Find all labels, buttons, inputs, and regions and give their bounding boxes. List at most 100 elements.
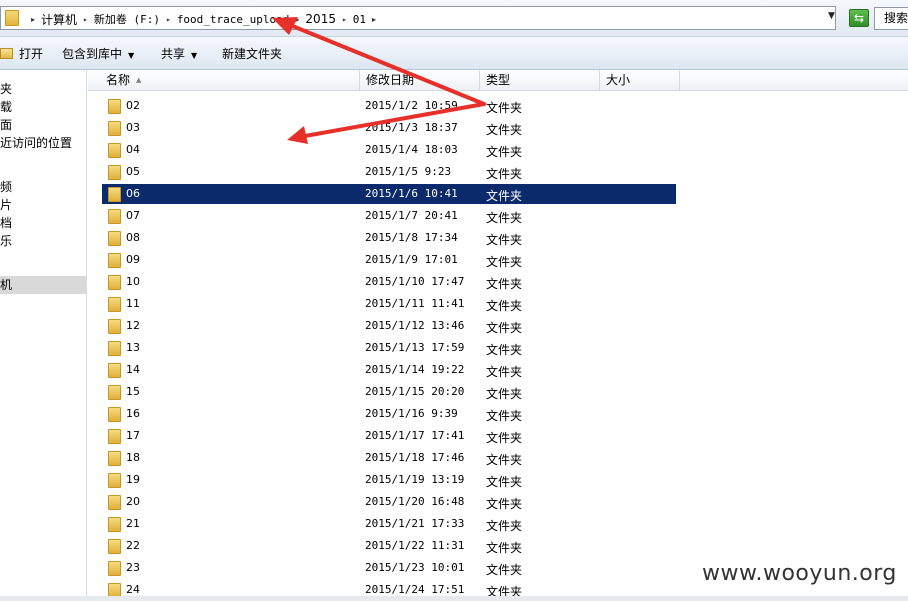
file-date: 2015/1/10 17:47 [365, 275, 465, 288]
nav-item[interactable]: 机 [0, 276, 86, 294]
file-type: 文件夹 [486, 211, 523, 225]
file-date: 2015/1/15 20:20 [365, 385, 465, 398]
file-date: 2015/1/17 17:41 [365, 429, 465, 442]
chevron-right-icon[interactable]: ▸ [295, 15, 299, 24]
file-name: 22 [126, 539, 140, 552]
nav-item[interactable]: 档 [0, 214, 86, 232]
file-row[interactable]: 14 2015/1/14 19:22 文件夹 [102, 360, 676, 380]
file-row[interactable]: 06 2015/1/6 10:41 文件夹 [102, 184, 676, 204]
folder-icon [108, 539, 121, 554]
file-row[interactable]: 12 2015/1/12 13:46 文件夹 [102, 316, 676, 336]
file-date: 2015/1/14 19:22 [365, 363, 465, 376]
column-header-size[interactable]: 大小 [600, 70, 680, 90]
folder-icon [108, 363, 121, 378]
file-row[interactable]: 21 2015/1/21 17:33 文件夹 [102, 514, 676, 534]
file-name: 09 [126, 253, 140, 266]
nav-item[interactable]: 乐 [0, 232, 86, 250]
file-date: 2015/1/2 10:59 [365, 99, 458, 112]
open-icon [0, 48, 13, 59]
breadcrumb-label: food_trace_upload [176, 12, 290, 26]
file-type: 文件夹 [486, 233, 523, 247]
folder-icon [108, 495, 121, 510]
breadcrumb-item[interactable]: ▸ 新加卷 (F:) [77, 11, 160, 27]
breadcrumb-item[interactable]: ▸ 计算机 [25, 11, 77, 28]
file-row[interactable]: 04 2015/1/4 18:03 文件夹 [102, 140, 676, 160]
folder-icon [5, 10, 19, 26]
file-date: 2015/1/13 17:59 [365, 341, 465, 354]
nav-item[interactable]: 夹 [0, 80, 86, 98]
file-row[interactable]: 23 2015/1/23 10:01 文件夹 [102, 558, 676, 578]
file-row[interactable]: 20 2015/1/20 16:48 文件夹 [102, 492, 676, 512]
folder-icon [108, 341, 121, 356]
new-folder-button[interactable]: 新建文件夹 [222, 45, 282, 62]
file-row[interactable]: 02 2015/1/2 10:59 文件夹 [102, 96, 676, 116]
search-input[interactable]: 搜索 [874, 7, 908, 30]
nav-item[interactable]: 频 [0, 178, 86, 196]
chevron-right-icon[interactable]: ▸ [83, 15, 88, 24]
file-type: 文件夹 [486, 255, 523, 269]
chevron-right-icon[interactable]: ▸ [166, 15, 171, 24]
nav-item[interactable]: 载 [0, 98, 86, 116]
share-button[interactable]: 共享 ▼ [161, 45, 197, 62]
file-name: 11 [126, 297, 140, 310]
file-row[interactable]: 15 2015/1/15 20:20 文件夹 [102, 382, 676, 402]
file-name: 12 [126, 319, 140, 332]
status-strip [0, 596, 908, 601]
file-row[interactable]: 03 2015/1/3 18:37 文件夹 [102, 118, 676, 138]
column-header-name[interactable]: 名称 ▲ [88, 70, 360, 90]
file-date: 2015/1/20 16:48 [365, 495, 465, 508]
file-name: 05 [126, 165, 140, 178]
open-button[interactable]: 打开 [0, 45, 43, 62]
nav-item[interactable]: 片 [0, 196, 86, 214]
file-name: 21 [126, 517, 140, 530]
file-row[interactable]: 17 2015/1/17 17:41 文件夹 [102, 426, 676, 446]
file-type: 文件夹 [486, 277, 523, 291]
file-row[interactable]: 05 2015/1/5 9:23 文件夹 [102, 162, 676, 182]
include-in-library-button[interactable]: 包含到库中 ▼ [62, 45, 134, 62]
file-row[interactable]: 08 2015/1/8 17:34 文件夹 [102, 228, 676, 248]
file-row[interactable]: 22 2015/1/22 11:31 文件夹 [102, 536, 676, 556]
folder-icon [108, 121, 121, 136]
folder-icon [108, 209, 121, 224]
file-type: 文件夹 [486, 431, 523, 445]
nav-item[interactable]: 近访问的位置 [0, 134, 86, 152]
file-date: 2015/1/12 13:46 [365, 319, 465, 332]
folder-icon [108, 407, 121, 422]
folder-icon [108, 473, 121, 488]
file-row[interactable]: 10 2015/1/10 17:47 文件夹 [102, 272, 676, 292]
breadcrumb-item[interactable]: ▸ 01 [336, 13, 366, 26]
file-row[interactable]: 16 2015/1/16 9:39 文件夹 [102, 404, 676, 424]
file-row[interactable]: 13 2015/1/13 17:59 文件夹 [102, 338, 676, 358]
file-type: 文件夹 [486, 321, 523, 335]
file-row[interactable]: 11 2015/1/11 11:41 文件夹 [102, 294, 676, 314]
watermark-text: www.wooyun.org [702, 561, 897, 586]
chevron-right-icon[interactable]: ▸ [31, 15, 35, 24]
nav-item[interactable]: 面 [0, 116, 86, 134]
file-row[interactable]: 19 2015/1/19 13:19 文件夹 [102, 470, 676, 490]
file-date: 2015/1/8 17:34 [365, 231, 458, 244]
file-row[interactable]: 18 2015/1/18 17:46 文件夹 [102, 448, 676, 468]
breadcrumb: ▸ 计算机 ▸ 新加卷 (F:) ▸ food_trace_upload ▸ 2015 ▸ 01 ▸ [25, 10, 382, 28]
file-type: 文件夹 [486, 387, 523, 401]
column-header-date[interactable]: 修改日期 [360, 70, 480, 90]
chevron-right-icon[interactable]: ▸ [342, 15, 347, 24]
column-header-type[interactable]: 类型 [480, 70, 600, 90]
address-dropdown-icon[interactable]: ▼ [828, 11, 835, 21]
refresh-button[interactable]: ⇆ [849, 9, 869, 27]
refresh-icon: ⇆ [853, 11, 865, 25]
file-type: 文件夹 [486, 299, 523, 313]
file-type: 文件夹 [486, 563, 523, 577]
folder-icon [108, 517, 121, 532]
include-in-library-label: 包含到库中 [62, 47, 123, 61]
file-row[interactable]: 07 2015/1/7 20:41 文件夹 [102, 206, 676, 226]
breadcrumb-item[interactable]: ▸ 2015 [289, 12, 336, 26]
column-header-bar: 名称 ▲ 修改日期 类型 大小 [88, 70, 908, 91]
breadcrumb-item[interactable]: ▸ food_trace_upload [160, 13, 289, 26]
address-field[interactable]: ▸ 计算机 ▸ 新加卷 (F:) ▸ food_trace_upload ▸ 2015 ▸ 01 ▸ [0, 6, 836, 30]
file-row[interactable]: 09 2015/1/9 17:01 文件夹 [102, 250, 676, 270]
folder-icon [108, 253, 121, 268]
file-name: 16 [126, 407, 140, 420]
nav-item[interactable] [0, 152, 86, 170]
chevron-right-icon[interactable]: ▸ [366, 15, 382, 24]
folder-icon [108, 99, 121, 114]
